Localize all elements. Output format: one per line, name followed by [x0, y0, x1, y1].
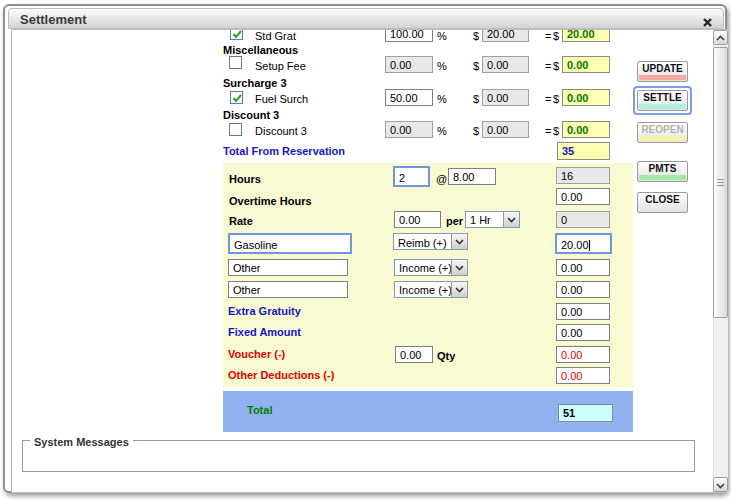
- extra-type-select-3[interactable]: Income (+): [394, 281, 468, 298]
- dollar-sign: $: [553, 93, 559, 105]
- dollar-sign: $: [473, 60, 479, 72]
- hours-rate-input[interactable]: 8.00: [448, 168, 496, 185]
- extra-value-input-2[interactable]: 0.00: [556, 259, 610, 276]
- other-deductions-label: Other Deductions (-): [228, 369, 334, 381]
- dialog-titlebar[interactable]: Settlement: [8, 8, 724, 29]
- chevron-down-icon[interactable]: [503, 212, 519, 227]
- dollar-sign: $: [473, 93, 479, 105]
- hours-label: Hours: [229, 173, 261, 185]
- std-grat-result-field: 20.00: [562, 30, 610, 42]
- chevron-down-icon[interactable]: [451, 234, 467, 249]
- std-grat-label: Std Grat: [255, 30, 296, 42]
- scroll-down-button[interactable]: [713, 477, 728, 492]
- close-icon[interactable]: [702, 14, 713, 25]
- discount3-result-field: 0.00: [562, 121, 610, 138]
- system-messages-label: System Messages: [30, 436, 133, 448]
- percent-sign: %: [437, 125, 447, 137]
- overtime-hours-input[interactable]: 0.00: [556, 188, 610, 205]
- overtime-hours-label: Overtime Hours: [229, 195, 312, 207]
- extra-gratuity-input[interactable]: 0.00: [556, 303, 610, 320]
- settle-button[interactable]: SETTLE: [637, 90, 688, 111]
- dialog-title: Settlement: [20, 12, 86, 27]
- total-from-reservation-label: Total From Reservation: [223, 145, 345, 157]
- fuel-surch-result-field: 0.00: [562, 89, 610, 106]
- fixed-amount-label: Fixed Amount: [228, 326, 301, 338]
- std-grat-checkbox[interactable]: [230, 30, 243, 40]
- percent-sign: %: [437, 93, 447, 105]
- rate-label: Rate: [229, 215, 253, 227]
- dollar-sign: $: [553, 30, 559, 42]
- extra-name-input-1[interactable]: Gasoline: [228, 233, 352, 254]
- discount3-label: Discount 3: [255, 125, 307, 137]
- equals-sign: =: [545, 60, 551, 72]
- fuel-surch-checkbox[interactable]: [230, 91, 243, 104]
- extra-name-input-3[interactable]: Other: [228, 281, 348, 298]
- voucher-label: Voucher (-): [228, 348, 285, 360]
- extra-type-select-2[interactable]: Income (+): [394, 259, 468, 276]
- extra-name-input-2[interactable]: Other: [228, 259, 348, 276]
- section-discount3: Discount 3: [223, 109, 279, 121]
- fixed-amount-input[interactable]: 0.00: [556, 324, 610, 341]
- fuel-surch-amt-field: 0.00: [482, 89, 529, 106]
- discount3-checkbox[interactable]: [229, 123, 242, 136]
- percent-sign: %: [437, 30, 447, 42]
- extra-value-input-3[interactable]: 0.00: [556, 281, 610, 298]
- fuel-surch-pct-input[interactable]: 50.00: [385, 89, 433, 106]
- scrollbar-thumb[interactable]: [713, 47, 728, 318]
- reopen-button: REOPEN: [637, 122, 688, 143]
- update-button[interactable]: UPDATE: [637, 61, 688, 82]
- rate-unit-select[interactable]: 1 Hr: [465, 211, 520, 228]
- close-button[interactable]: CLOSE: [637, 192, 688, 213]
- hours-total-field: 16: [556, 167, 610, 184]
- scroll-up-button[interactable]: [713, 30, 728, 45]
- dollar-sign: $: [473, 30, 479, 42]
- hours-input[interactable]: 2: [393, 166, 430, 187]
- extra-type-select-1[interactable]: Reimb (+): [393, 233, 468, 250]
- dialog-content: Std Grat 100.00 % $ 20.00 = $ 20.00 Misc…: [12, 30, 728, 492]
- qty-label: Qty: [437, 350, 455, 362]
- discount3-amt-field: 0.00: [482, 121, 529, 138]
- total-value-field: 51: [558, 404, 613, 422]
- section-surcharge3: Surcharge 3: [223, 77, 287, 89]
- pmts-button[interactable]: PMTS: [637, 161, 688, 182]
- setup-fee-amt-field: 0.00: [482, 56, 529, 73]
- equals-sign: =: [545, 93, 551, 105]
- dollar-sign: $: [553, 60, 559, 72]
- setup-fee-result-field: 0.00: [562, 56, 610, 73]
- at-sign: @: [436, 173, 447, 185]
- percent-sign: %: [437, 60, 447, 72]
- setup-fee-pct-field: 0.00: [385, 56, 433, 73]
- other-deductions-field: 0.00: [556, 367, 610, 384]
- chevron-down-icon[interactable]: [451, 282, 467, 297]
- discount3-pct-field: 0.00: [385, 121, 433, 138]
- fuel-surch-label: Fuel Surch: [255, 93, 308, 105]
- total-label: Total: [247, 404, 272, 416]
- dollar-sign: $: [473, 125, 479, 137]
- extra-gratuity-label: Extra Gratuity: [228, 305, 301, 317]
- setup-fee-checkbox[interactable]: [229, 56, 242, 69]
- chevron-down-icon[interactable]: [451, 260, 467, 275]
- std-grat-pct-input[interactable]: 100.00: [385, 30, 433, 42]
- equals-sign: =: [545, 125, 551, 137]
- dollar-sign: $: [553, 125, 559, 137]
- voucher-qty-input[interactable]: 0.00: [395, 346, 433, 363]
- total-from-reservation-value: 35: [557, 142, 610, 160]
- setup-fee-label: Setup Fee: [255, 60, 306, 72]
- voucher-value-field: 0.00: [556, 346, 610, 363]
- section-miscellaneous: Miscellaneous: [223, 44, 298, 56]
- rate-total-field: 0: [556, 211, 610, 228]
- std-grat-amt-field: 20.00: [482, 30, 529, 42]
- per-label: per: [446, 215, 463, 227]
- rate-input[interactable]: 0.00: [394, 211, 441, 228]
- equals-sign: =: [545, 30, 551, 42]
- extra-value-input-1[interactable]: 20.00: [555, 233, 612, 254]
